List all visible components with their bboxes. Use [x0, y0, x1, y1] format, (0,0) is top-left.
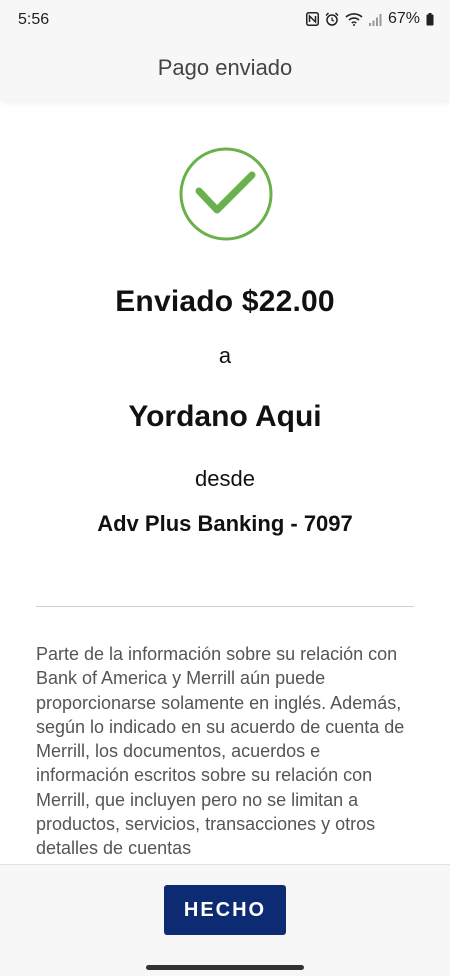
status-icons: 67% — [305, 10, 434, 28]
wifi-icon — [345, 12, 363, 26]
check-circle-icon — [178, 146, 274, 242]
nfc-icon — [305, 12, 319, 26]
to-word: a — [218, 343, 232, 368]
sent-amount: Enviado $22.00 — [115, 285, 335, 318]
home-indicator[interactable] — [146, 965, 304, 970]
disclaimer-text: Parte de la información sobre su relació… — [36, 644, 405, 859]
status-time: 5:56 — [18, 11, 50, 28]
recipient-name: Yordano Aqui — [128, 400, 322, 433]
divider — [36, 606, 414, 607]
source-account: Adv Plus Banking - 7097 — [97, 511, 353, 536]
status-bar: 5:56 67% — [0, 0, 450, 44]
done-button[interactable]: HECHO — [164, 885, 286, 935]
from-word: desde — [195, 466, 255, 491]
footer-bar: HECHO — [0, 864, 450, 976]
battery-percent: 67% — [387, 10, 420, 27]
signal-icon — [368, 13, 382, 26]
alarm-icon — [325, 12, 339, 26]
app-header: Pago enviado — [0, 44, 450, 100]
page-title: Pago enviado — [157, 55, 293, 80]
battery-icon — [426, 12, 434, 26]
